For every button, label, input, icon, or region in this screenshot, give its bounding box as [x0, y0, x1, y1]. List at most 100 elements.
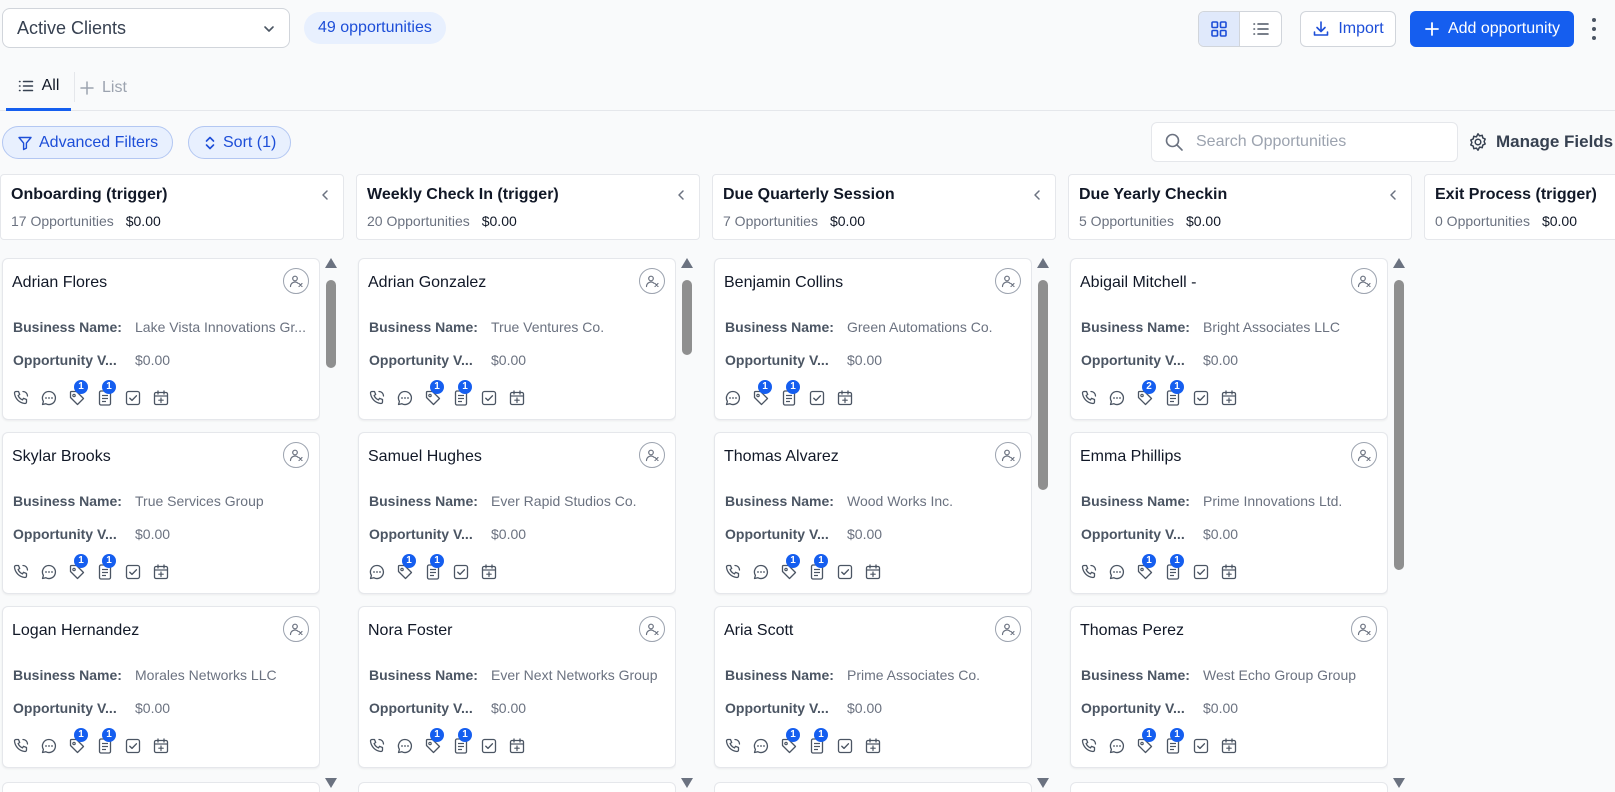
note-icon[interactable]: 1: [452, 728, 472, 755]
task-icon[interactable]: [480, 737, 498, 755]
scroll-down-arrow-icon[interactable]: [1393, 778, 1405, 788]
tag-icon[interactable]: 1: [1136, 728, 1156, 755]
assign-user-icon[interactable]: [639, 442, 665, 468]
assign-user-icon[interactable]: [283, 442, 309, 468]
note-icon[interactable]: 1: [1164, 554, 1184, 581]
assign-user-icon[interactable]: [639, 616, 665, 642]
chat-icon[interactable]: [40, 737, 58, 755]
opportunity-card[interactable]: [1070, 782, 1388, 792]
search-opportunities-input[interactable]: Search Opportunities: [1151, 122, 1458, 162]
phone-icon[interactable]: [724, 737, 742, 755]
chat-icon[interactable]: [1108, 737, 1126, 755]
manage-fields-button[interactable]: Manage Fields: [1468, 122, 1613, 162]
contact-name[interactable]: Adrian Flores: [12, 274, 107, 292]
sort-button[interactable]: Sort (1): [188, 126, 292, 159]
note-icon[interactable]: 1: [424, 554, 444, 581]
assign-user-icon[interactable]: [283, 616, 309, 642]
opportunity-card[interactable]: Skylar Brooks Business Name: True Service…: [2, 432, 320, 594]
note-icon[interactable]: 1: [780, 380, 800, 407]
opportunity-card[interactable]: Samuel Hughes Business Name: Ever Rapid S…: [358, 432, 676, 594]
assign-user-icon[interactable]: [639, 268, 665, 294]
phone-icon[interactable]: [724, 563, 742, 581]
tag-icon[interactable]: 1: [752, 380, 772, 407]
chat-icon[interactable]: [396, 737, 414, 755]
calendar-icon[interactable]: [864, 563, 882, 581]
task-icon[interactable]: [124, 563, 142, 581]
scroll-down-arrow-icon[interactable]: [325, 778, 337, 788]
phone-icon[interactable]: [368, 389, 386, 407]
add-opportunity-button[interactable]: Add opportunity: [1410, 11, 1574, 47]
chat-icon[interactable]: [40, 389, 58, 407]
contact-name[interactable]: Emma Phillips: [1080, 448, 1181, 466]
scroll-up-arrow-icon[interactable]: [1037, 258, 1049, 268]
import-button[interactable]: Import: [1300, 11, 1396, 47]
pipeline-select[interactable]: Active Clients: [2, 8, 290, 48]
task-icon[interactable]: [1192, 563, 1210, 581]
assign-user-icon[interactable]: [995, 616, 1021, 642]
scrollbar-thumb[interactable]: [682, 280, 692, 355]
chat-icon[interactable]: [396, 389, 414, 407]
calendar-icon[interactable]: [152, 563, 170, 581]
tag-icon[interactable]: 1: [780, 728, 800, 755]
scroll-up-arrow-icon[interactable]: [325, 258, 337, 268]
calendar-icon[interactable]: [1220, 389, 1238, 407]
note-icon[interactable]: 1: [96, 380, 116, 407]
scrollbar-thumb[interactable]: [1394, 280, 1404, 570]
tag-icon[interactable]: 1: [396, 554, 416, 581]
more-options-icon[interactable]: [1586, 16, 1602, 42]
column-scrollbar[interactable]: [324, 258, 338, 788]
phone-icon[interactable]: [1080, 389, 1098, 407]
calendar-icon[interactable]: [508, 737, 526, 755]
chat-icon[interactable]: [752, 563, 770, 581]
task-icon[interactable]: [1192, 737, 1210, 755]
contact-name[interactable]: Skylar Brooks: [12, 448, 111, 466]
phone-icon[interactable]: [12, 389, 30, 407]
tag-icon[interactable]: 1: [68, 380, 88, 407]
opportunity-card[interactable]: [2, 782, 320, 792]
calendar-icon[interactable]: [836, 389, 854, 407]
collapse-column-icon[interactable]: [1029, 187, 1045, 203]
note-icon[interactable]: 1: [96, 554, 116, 581]
assign-user-icon[interactable]: [995, 268, 1021, 294]
contact-name[interactable]: Abigail Mitchell -: [1080, 274, 1196, 292]
column-scrollbar[interactable]: [1036, 258, 1050, 788]
phone-icon[interactable]: [12, 563, 30, 581]
assign-user-icon[interactable]: [283, 268, 309, 294]
opportunity-card[interactable]: Aria Scott Business Name: Prime Associate…: [714, 606, 1032, 768]
scroll-up-arrow-icon[interactable]: [681, 258, 693, 268]
opportunity-card[interactable]: Adrian Flores Business Name: Lake Vista I…: [2, 258, 320, 420]
task-icon[interactable]: [836, 563, 854, 581]
calendar-icon[interactable]: [508, 389, 526, 407]
calendar-icon[interactable]: [864, 737, 882, 755]
tag-icon[interactable]: 2: [1136, 380, 1156, 407]
chat-icon[interactable]: [1108, 389, 1126, 407]
opportunity-card[interactable]: Benjamin Collins Business Name: Green Aut…: [714, 258, 1032, 420]
calendar-icon[interactable]: [1220, 737, 1238, 755]
assign-user-icon[interactable]: [1351, 268, 1377, 294]
scroll-down-arrow-icon[interactable]: [681, 778, 693, 788]
column-scrollbar[interactable]: [680, 258, 694, 788]
scrollbar-thumb[interactable]: [1038, 280, 1048, 490]
task-icon[interactable]: [808, 389, 826, 407]
contact-name[interactable]: Thomas Alvarez: [724, 448, 839, 466]
task-icon[interactable]: [452, 563, 470, 581]
note-icon[interactable]: 1: [452, 380, 472, 407]
contact-name[interactable]: Benjamin Collins: [724, 274, 843, 292]
contact-name[interactable]: Thomas Perez: [1080, 622, 1184, 640]
opportunity-card[interactable]: Adrian Gonzalez Business Name: True Ventu…: [358, 258, 676, 420]
chat-icon[interactable]: [724, 389, 742, 407]
chat-icon[interactable]: [752, 737, 770, 755]
calendar-icon[interactable]: [152, 737, 170, 755]
task-icon[interactable]: [1192, 389, 1210, 407]
tag-icon[interactable]: 1: [424, 728, 444, 755]
task-icon[interactable]: [480, 389, 498, 407]
scrollbar-thumb[interactable]: [326, 280, 336, 368]
grid-view-button[interactable]: [1199, 12, 1241, 46]
note-icon[interactable]: 1: [1164, 728, 1184, 755]
tag-icon[interactable]: 1: [1136, 554, 1156, 581]
phone-icon[interactable]: [1080, 563, 1098, 581]
collapse-column-icon[interactable]: [673, 187, 689, 203]
note-icon[interactable]: 1: [808, 554, 828, 581]
contact-name[interactable]: Nora Foster: [368, 622, 452, 640]
column-scrollbar[interactable]: [1392, 258, 1406, 788]
